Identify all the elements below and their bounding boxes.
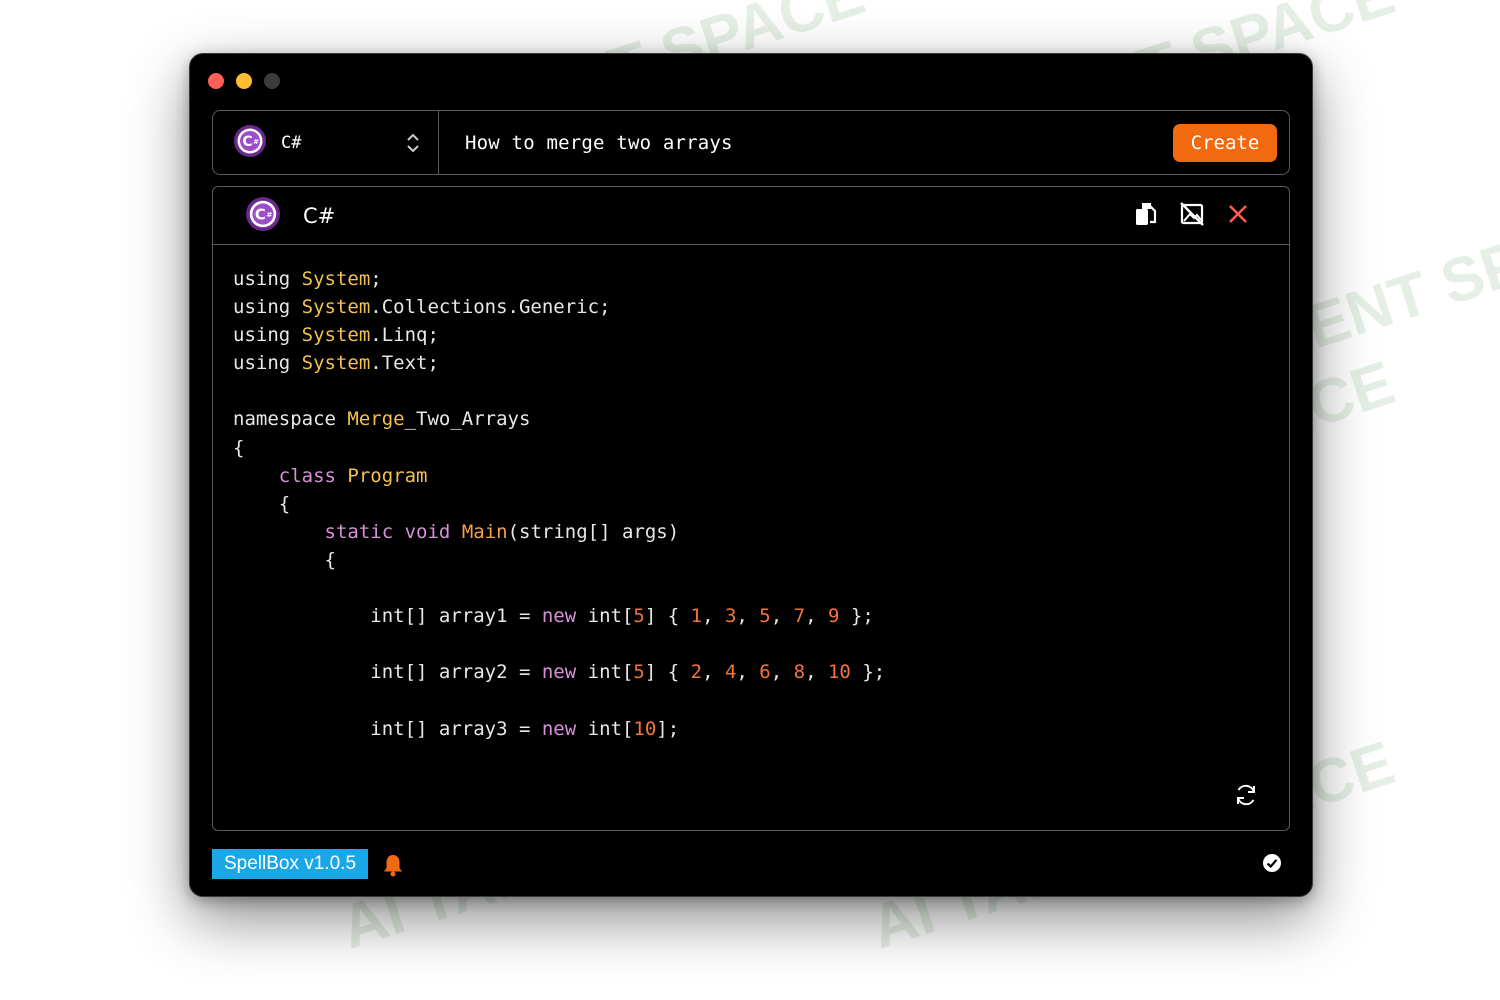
code-line: int[] array3 = new int[10]; bbox=[233, 717, 680, 740]
code-line: int[] array2 = new int[5] { 2, 4, 6, 8, … bbox=[233, 661, 886, 684]
svg-text:C: C bbox=[255, 206, 266, 223]
chevron-updown-icon bbox=[406, 131, 420, 159]
refresh-icon[interactable] bbox=[1233, 782, 1259, 812]
zoom-window-button[interactable] bbox=[264, 73, 280, 89]
panel-title: C# bbox=[303, 203, 336, 228]
query-input[interactable]: How to merge two arrays bbox=[439, 132, 1173, 154]
code-line: static void Main(string[] args) bbox=[324, 520, 680, 543]
svg-text:C: C bbox=[242, 134, 252, 150]
code-line: using System.Collections.Generic; bbox=[233, 296, 611, 319]
code-line: using System.Linq; bbox=[233, 324, 439, 347]
no-image-icon[interactable] bbox=[1179, 201, 1205, 227]
close-window-button[interactable] bbox=[208, 73, 224, 89]
code-line: { bbox=[233, 548, 336, 571]
bell-icon[interactable] bbox=[382, 853, 404, 881]
code-line: { bbox=[233, 492, 291, 515]
query-toolbar: C # C# How to merge two arrays Create bbox=[212, 110, 1290, 175]
language-select[interactable]: C # C# bbox=[213, 111, 439, 174]
code-line: int[] array1 = new int[5] { 1, 3, 5, 7, … bbox=[233, 605, 874, 628]
panel-header: C # C# bbox=[213, 187, 1289, 245]
close-icon[interactable] bbox=[1225, 201, 1251, 227]
code-line: using System; bbox=[233, 268, 382, 290]
svg-text:#: # bbox=[266, 210, 272, 219]
app-window: C # C# How to merge two arrays Create C … bbox=[189, 53, 1313, 897]
status-bar: SpellBox v1.0.5 bbox=[212, 849, 1288, 879]
svg-text:#: # bbox=[253, 138, 259, 146]
code-line: using System.Text; bbox=[233, 352, 439, 375]
language-label: C# bbox=[281, 132, 302, 153]
code-line: { bbox=[233, 436, 245, 459]
code-line: class Program bbox=[278, 464, 428, 487]
code-line: namespace Merge_Two_Arrays bbox=[233, 408, 531, 431]
code-block: using System; using System.Collections.G… bbox=[213, 245, 1289, 763]
csharp-logo-icon: C # bbox=[245, 196, 281, 236]
create-button[interactable]: Create bbox=[1173, 123, 1277, 162]
window-controls bbox=[208, 73, 280, 89]
copy-icon[interactable] bbox=[1133, 201, 1159, 227]
result-panel: C # C# using System; using System.Collec… bbox=[212, 186, 1290, 831]
panel-actions bbox=[1133, 201, 1251, 227]
verified-check-icon bbox=[1262, 853, 1282, 877]
csharp-logo-icon: C # bbox=[233, 124, 267, 162]
version-badge: SpellBox v1.0.5 bbox=[212, 849, 369, 879]
minimize-window-button[interactable] bbox=[236, 73, 252, 89]
